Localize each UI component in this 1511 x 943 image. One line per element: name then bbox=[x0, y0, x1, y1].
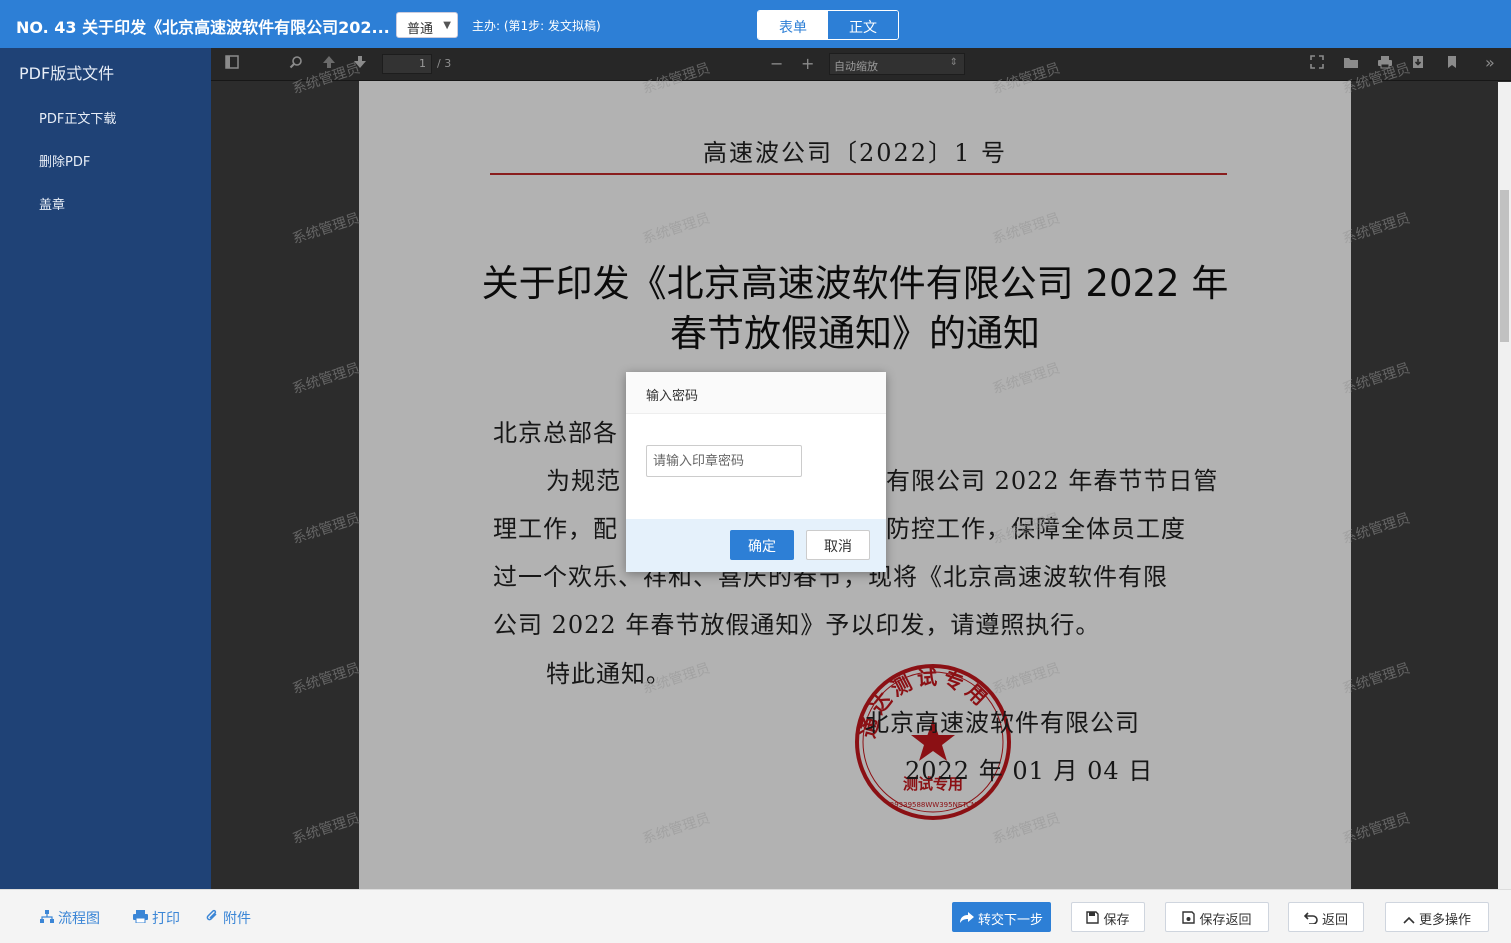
print-icon bbox=[133, 910, 148, 927]
scrollbar-thumb[interactable] bbox=[1500, 190, 1509, 342]
tab-form[interactable]: 表单 bbox=[758, 11, 828, 39]
view-toggle: 表单 正文 bbox=[757, 10, 899, 40]
sidebar: PDF版式文件 PDF正文下载 删除PDF 盖章 bbox=[0, 48, 211, 889]
dialog-title: 输入密码 bbox=[626, 372, 886, 414]
attachment-label: 附件 bbox=[223, 911, 251, 927]
return-button[interactable]: 返回 bbox=[1288, 902, 1364, 932]
chevron-up-icon bbox=[1403, 913, 1415, 928]
urgency-value: 普通 bbox=[407, 22, 434, 37]
sitemap-icon bbox=[40, 910, 54, 927]
forward-label: 转交下一步 bbox=[977, 913, 1043, 928]
footer-bar: 流程图 打印 附件 转交下一步 保存 保存返回 返回 更多操作 bbox=[0, 889, 1511, 943]
document-title: NO. 43 关于印发《北京高速波软件有限公司202... bbox=[16, 18, 390, 37]
flowchart-label: 流程图 bbox=[58, 911, 100, 927]
sidebar-item-delete-pdf[interactable]: 删除PDF bbox=[39, 151, 90, 170]
tab-body-text[interactable]: 正文 bbox=[828, 11, 898, 39]
save-return-label: 保存返回 bbox=[1199, 913, 1252, 928]
return-label: 返回 bbox=[1321, 913, 1348, 928]
sidebar-title: PDF版式文件 bbox=[19, 64, 115, 83]
paperclip-icon bbox=[205, 909, 219, 927]
confirm-button[interactable]: 确定 bbox=[730, 530, 794, 560]
sidebar-item-pdf-download[interactable]: PDF正文下载 bbox=[39, 108, 116, 127]
urgency-select[interactable]: 普通 ▼ bbox=[396, 12, 458, 38]
save-button[interactable]: 保存 bbox=[1071, 902, 1145, 932]
undo-icon bbox=[1303, 912, 1318, 928]
workflow-step: 主办: (第1步: 发文拟稿) bbox=[472, 19, 601, 33]
save-icon bbox=[1086, 911, 1100, 928]
save-label: 保存 bbox=[1103, 913, 1130, 928]
vertical-scrollbar[interactable] bbox=[1498, 82, 1511, 889]
dialog-footer: 确定 取消 bbox=[626, 519, 886, 572]
password-dialog: 输入密码 确定 取消 bbox=[626, 372, 886, 572]
more-actions-label: 更多操作 bbox=[1418, 913, 1471, 928]
more-actions-button[interactable]: 更多操作 bbox=[1385, 902, 1489, 932]
header-bar: NO. 43 关于印发《北京高速波软件有限公司202... 普通 ▼ 主办: (… bbox=[0, 0, 1511, 48]
print-link[interactable]: 打印 bbox=[133, 908, 180, 928]
cancel-button[interactable]: 取消 bbox=[806, 530, 870, 560]
save-return-button[interactable]: 保存返回 bbox=[1165, 902, 1269, 932]
save-file-icon bbox=[1182, 911, 1196, 928]
attachment-link[interactable]: 附件 bbox=[205, 908, 251, 928]
chevron-down-icon: ▼ bbox=[443, 20, 451, 31]
seal-password-input[interactable] bbox=[646, 445, 802, 477]
share-arrow-icon bbox=[959, 912, 974, 928]
flowchart-link[interactable]: 流程图 bbox=[40, 908, 100, 928]
print-label: 打印 bbox=[152, 911, 180, 927]
sidebar-item-stamp[interactable]: 盖章 bbox=[39, 194, 65, 213]
forward-next-step-button[interactable]: 转交下一步 bbox=[952, 902, 1051, 932]
